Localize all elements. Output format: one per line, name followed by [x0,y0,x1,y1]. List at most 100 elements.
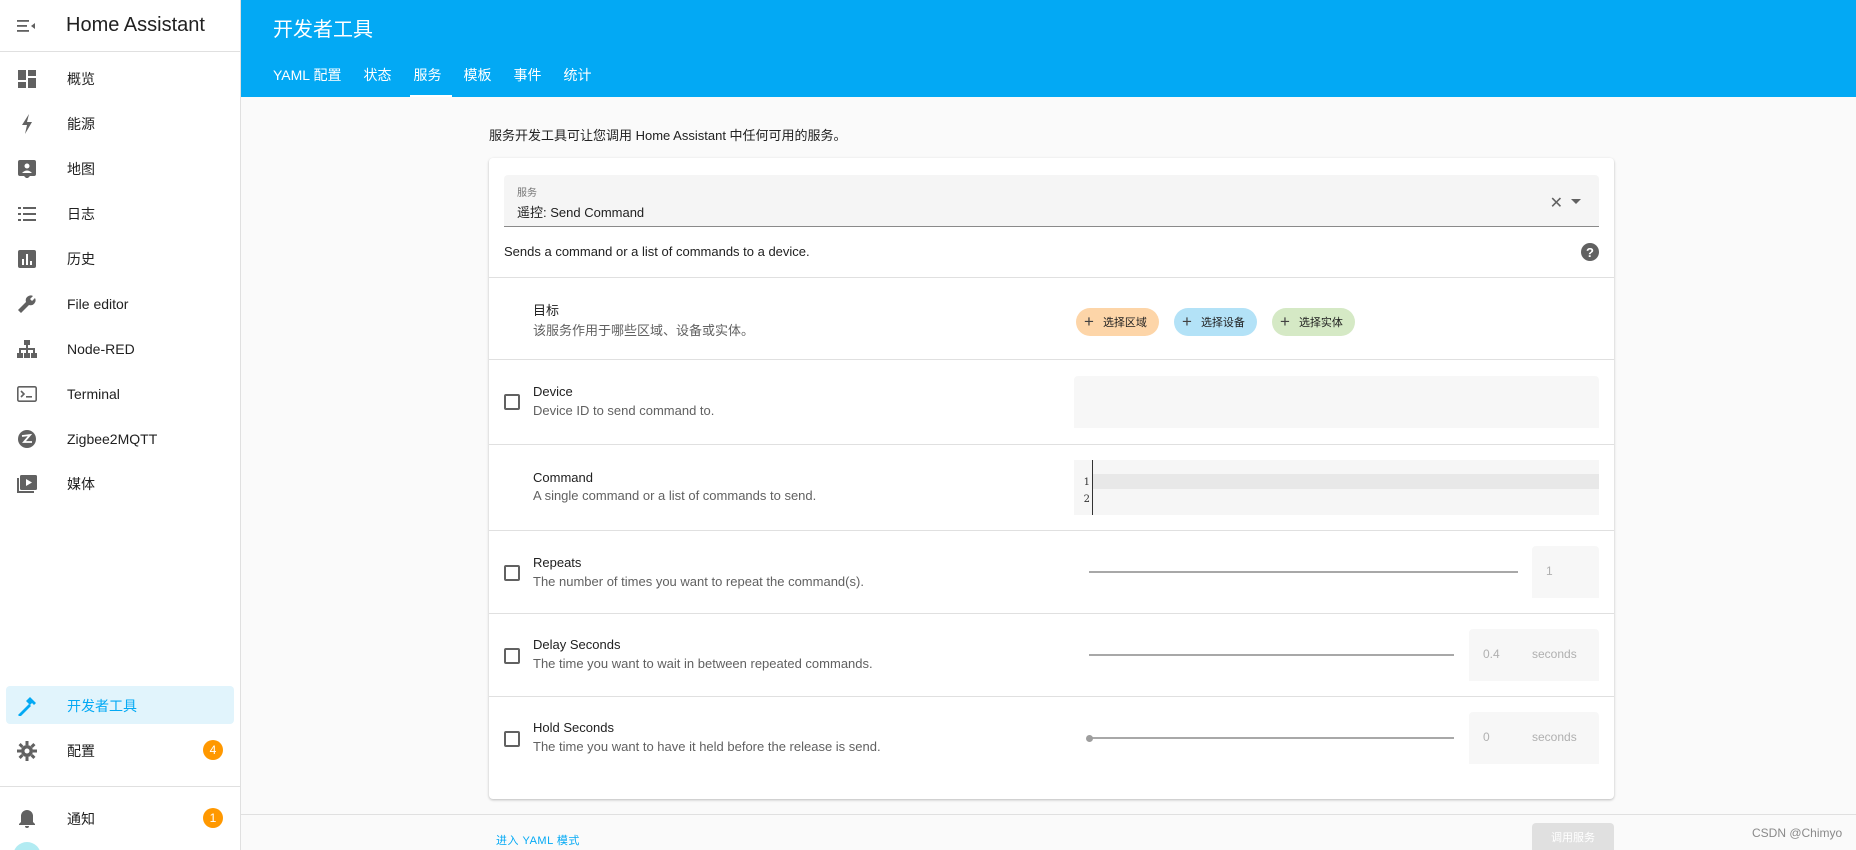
repeats-slider[interactable] [1089,571,1518,573]
sidebar-item-overview[interactable]: 概览 [0,56,240,101]
choose-area-chip[interactable]: + 选择区域 [1076,308,1159,336]
watermark: CSDN @Chimyo [1752,826,1843,840]
sidebar-item-file-editor[interactable]: File editor [0,281,240,326]
chart-box-icon [15,247,39,271]
sidebar-item-label: 能源 [67,115,95,132]
menu-icon[interactable] [0,0,52,52]
line-number: 1 [1083,477,1090,488]
delay-slider[interactable] [1089,654,1454,656]
device-picker[interactable] [1074,376,1599,428]
sidebar-item-label: 开发者工具 [67,697,137,714]
sidebar-divider [0,786,241,787]
repeats-name: Repeats [533,555,582,570]
delay-unit: seconds [1532,647,1577,661]
target-name: 目标 [533,303,560,318]
tab-templates[interactable]: 模板 [452,52,502,97]
sidebar-item-label: 配置 [67,742,95,759]
delay-row: Delay Seconds The time you want to wait … [489,613,1614,696]
config-badge: 4 [203,740,223,760]
sidebar-item-energy[interactable]: 能源 [0,101,240,146]
hold-name: Hold Seconds [533,720,614,735]
sidebar-item-label: 日志 [67,205,95,222]
list-icon [15,202,39,226]
call-service-button[interactable]: 调用服务 [1532,823,1614,850]
choose-entity-chip[interactable]: + 选择实体 [1272,308,1355,336]
command-code-editor[interactable]: 1 2 [1074,460,1599,515]
sidebar-item-label: Terminal [67,385,120,402]
target-description: 该服务作用于哪些区域、设备或实体。 [533,323,755,338]
delay-name: Delay Seconds [533,637,621,652]
hold-unit: seconds [1532,730,1577,744]
hold-value: 0 [1483,730,1490,744]
sidebar-title: Home Assistant [66,14,205,36]
hold-checkbox[interactable] [504,731,520,747]
zigbee-icon [15,427,39,451]
sidebar-item-notifications[interactable]: 通知 1 [0,796,241,841]
tab-bar: YAML 配置 状态 服务 模板 事件 统计 [273,52,602,97]
sidebar-item-node-red[interactable]: Node-RED [0,326,240,371]
map-account-icon [15,157,39,181]
sidebar-item-config[interactable]: 配置 4 [0,728,241,773]
repeats-checkbox[interactable] [504,565,520,581]
notifications-badge: 1 [203,808,223,828]
repeats-row: Repeats The number of times you want to … [489,530,1614,613]
plus-icon: + [1280,312,1290,331]
command-row: Command A single command or a list of co… [489,444,1614,530]
console-icon [15,382,39,406]
choose-device-chip[interactable]: + 选择设备 [1174,308,1257,336]
sidebar-item-label: Zigbee2MQTT [67,430,158,447]
page-title: 开发者工具 [273,19,373,41]
sidebar-item-media[interactable]: 媒体 [0,461,240,506]
tab-statistics[interactable]: 统计 [552,52,602,97]
sidebar-item-zigbee2mqtt[interactable]: Zigbee2MQTT [0,416,240,461]
hold-slider[interactable] [1089,737,1454,739]
hammer-icon [15,694,39,718]
sidebar-item-label: 地图 [67,160,95,177]
active-line-highlight [1093,474,1599,489]
sidebar-item-map[interactable]: 地图 [0,146,240,191]
sidebar: Home Assistant 概览 能源 地图 日志 历史 File edito… [0,0,241,850]
device-name: Device [533,384,573,399]
device-description: Device ID to send command to. [533,403,715,418]
sidebar-item-label: 概览 [67,70,95,87]
avatar[interactable] [13,842,41,850]
sidebar-item-label: 媒体 [67,475,95,492]
line-number: 2 [1083,494,1090,505]
device-checkbox[interactable] [504,394,520,410]
clear-icon[interactable]: ✕ [1550,193,1563,213]
sidebar-item-developer-tools[interactable]: 开发者工具 [0,683,241,728]
sidebar-item-history[interactable]: 历史 [0,236,240,281]
hold-slider-knob[interactable] [1086,735,1093,742]
sidebar-item-label: Node-RED [67,340,135,357]
intro-text: 服务开发工具可让您调用 Home Assistant 中任何可用的服务。 [489,128,847,143]
sidebar-item-label: File editor [67,295,129,312]
help-icon[interactable]: ? [1581,243,1599,261]
delay-input[interactable]: 0.4 seconds [1469,629,1599,681]
tab-yaml[interactable]: YAML 配置 [273,52,352,97]
service-card: 服务 遥控: Send Command ✕ Sends a command or… [489,158,1614,799]
target-row: 目标 该服务作用于哪些区域、设备或实体。 + 选择区域 + 选择设备 + 选择实体 [489,277,1614,359]
repeats-value: 1 [1546,564,1553,578]
play-box-icon [15,472,39,496]
plus-icon: + [1182,312,1192,331]
yaml-mode-link[interactable]: 进入 YAML 模式 [496,832,580,848]
editor-gutter [1092,460,1093,515]
sidebar-item-logbook[interactable]: 日志 [0,191,240,236]
hold-description: The time you want to have it held before… [533,739,881,754]
service-picker-label: 服务 [517,188,537,199]
sidebar-item-label: 通知 [67,810,95,827]
tab-states[interactable]: 状态 [352,52,402,97]
service-picker[interactable]: 服务 遥控: Send Command ✕ [504,175,1599,227]
sidebar-item-terminal[interactable]: Terminal [0,371,240,416]
dropdown-arrow-icon[interactable] [1571,199,1581,204]
repeats-input[interactable]: 1 [1532,546,1599,598]
bell-icon [15,807,39,831]
command-description: A single command or a list of commands t… [533,488,817,503]
delay-description: The time you want to wait in between rep… [533,656,873,671]
gear-icon [15,739,39,763]
delay-checkbox[interactable] [504,648,520,664]
tab-events[interactable]: 事件 [502,52,552,97]
sidebar-header: Home Assistant [0,0,240,52]
hold-input[interactable]: 0 seconds [1469,712,1599,764]
tab-services[interactable]: 服务 [402,52,453,97]
